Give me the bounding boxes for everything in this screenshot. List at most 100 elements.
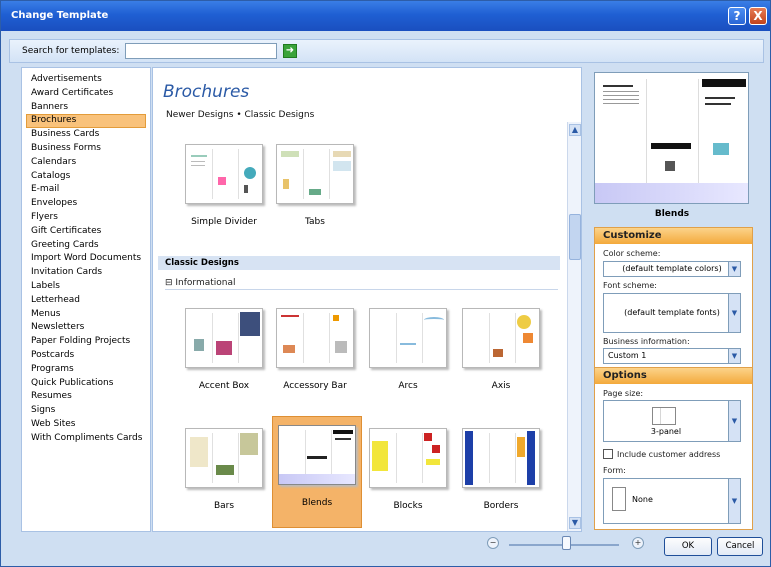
chevron-down-icon[interactable]: ▼ [728,293,741,333]
page-size-select[interactable]: 3-panel ▼ [603,400,741,442]
template-thumbnail [278,425,356,485]
template-thumbnail [462,308,540,368]
template-blends[interactable]: Blends [272,416,362,528]
font-scheme-label: Font scheme: [603,281,657,290]
template-bars[interactable]: Bars [179,428,269,511]
include-address-checkbox[interactable] [603,449,613,459]
category-item[interactable]: Quick Publications [22,377,150,391]
template-label: Blocks [393,501,423,511]
template-label: Borders [483,501,519,511]
template-thumbnail [462,428,540,488]
gallery-scrollbar[interactable]: ▲ ▼ [567,122,581,531]
color-scheme-select[interactable]: (default template colors) ▼ [603,261,741,277]
category-item[interactable]: Business Cards [22,128,150,142]
change-template-dialog: Change Template ? X Search for templates… [0,0,771,567]
template-axis[interactable]: Axis [456,308,546,391]
category-item[interactable]: Advertisements [22,73,150,87]
zoom-in-icon[interactable]: + [632,537,644,549]
form-select[interactable]: None ▼ [603,478,741,524]
category-item[interactable]: Calendars [22,156,150,170]
right-pane: Blends Customize Color scheme: (default … [587,67,764,532]
category-item[interactable]: Programs [22,363,150,377]
category-item[interactable]: With Compliments Cards [22,432,150,446]
page-size-value: 3-panel [650,427,682,436]
page-size-label: Page size: [603,389,644,398]
template-thumbnail [276,144,354,204]
template-label: Accessory Bar [283,381,347,391]
category-item[interactable]: Banners [22,101,150,115]
search-input[interactable] [125,43,277,59]
category-item[interactable]: Envelopes [22,197,150,211]
search-bar: Search for templates: ➜ [9,39,764,63]
scroll-thumb[interactable] [569,214,581,260]
template-tabs[interactable]: Tabs [270,144,360,227]
include-address-label: Include customer address [617,450,721,459]
template-thumbnail [185,144,263,204]
category-item[interactable]: Invitation Cards [22,266,150,280]
section-header-classic-designs: Classic Designs [158,256,560,270]
font-scheme-value: (default template fonts) [624,308,720,317]
template-thumbnail [276,308,354,368]
chevron-down-icon[interactable]: ▼ [728,400,741,442]
page-title: Brochures [163,82,250,102]
chevron-down-icon[interactable]: ▼ [728,261,741,277]
form-label: Form: [603,466,626,475]
category-item[interactable]: Gift Certificates [22,225,150,239]
title-bar: Change Template ? X [1,1,770,31]
category-item[interactable]: Paper Folding Projects [22,335,150,349]
three-panel-page-icon [652,407,676,425]
zoom-out-icon[interactable]: − [487,537,499,549]
close-button[interactable]: X [749,7,767,25]
chevron-down-icon[interactable]: ▼ [728,348,741,364]
chevron-down-icon[interactable]: ▼ [728,478,741,524]
category-item[interactable]: Import Word Documents [22,252,150,266]
category-item[interactable]: Flyers [22,211,150,225]
category-item[interactable]: Newsletters [22,321,150,335]
template-gallery: Brochures Newer Designs • Classic Design… [152,67,582,532]
bottom-bar: − + OK Cancel [9,534,764,558]
category-item[interactable]: Greeting Cards [22,239,150,253]
design-filter-links[interactable]: Newer Designs • Classic Designs [166,110,314,120]
help-button[interactable]: ? [728,7,746,25]
category-item[interactable]: Web Sites [22,418,150,432]
business-info-select[interactable]: Custom 1 ▼ [603,348,741,364]
category-list: Advertisements Award Certificates Banners B… [21,67,151,532]
category-item[interactable]: Postcards [22,349,150,363]
subsection-informational[interactable]: ⊟ Informational [165,278,236,288]
template-accessory-bar[interactable]: Accessory Bar [270,308,360,391]
cancel-button[interactable]: Cancel [717,537,763,556]
category-item[interactable]: Resumes [22,390,150,404]
options-header: Options [595,368,752,384]
category-item[interactable]: Letterhead [22,294,150,308]
font-scheme-select[interactable]: (default template fonts) ▼ [603,293,741,333]
template-label: Accent Box [198,381,250,391]
category-item[interactable]: Award Certificates [22,87,150,101]
category-item[interactable]: Business Forms [22,142,150,156]
color-scheme-label: Color scheme: [603,249,661,258]
category-item[interactable]: Brochures [26,114,146,129]
template-arcs[interactable]: Arcs [363,308,453,391]
template-label: Axis [491,381,511,391]
template-borders[interactable]: Borders [456,428,546,511]
zoom-slider-thumb[interactable] [562,536,571,550]
category-item[interactable]: Menus [22,308,150,322]
template-thumbnail [185,308,263,368]
template-blocks[interactable]: Blocks [363,428,453,511]
template-label: Simple Divider [191,217,257,227]
template-label: Arcs [398,381,418,391]
category-item[interactable]: Catalogs [22,170,150,184]
category-item[interactable]: E-mail [22,183,150,197]
scroll-up-icon[interactable]: ▲ [569,124,581,136]
template-thumbnail [185,428,263,488]
form-value: None [632,495,653,504]
scroll-down-icon[interactable]: ▼ [569,517,581,529]
search-go-arrow-icon[interactable]: ➜ [283,44,297,58]
template-accent-box[interactable]: Accent Box [179,308,269,391]
template-label: Tabs [305,217,325,227]
category-item[interactable]: Signs [22,404,150,418]
template-simple-divider[interactable]: Simple Divider [179,144,269,227]
ok-button[interactable]: OK [664,537,712,556]
template-preview [594,72,749,204]
color-scheme-value: (default template colors) [622,264,722,273]
category-item[interactable]: Labels [22,280,150,294]
